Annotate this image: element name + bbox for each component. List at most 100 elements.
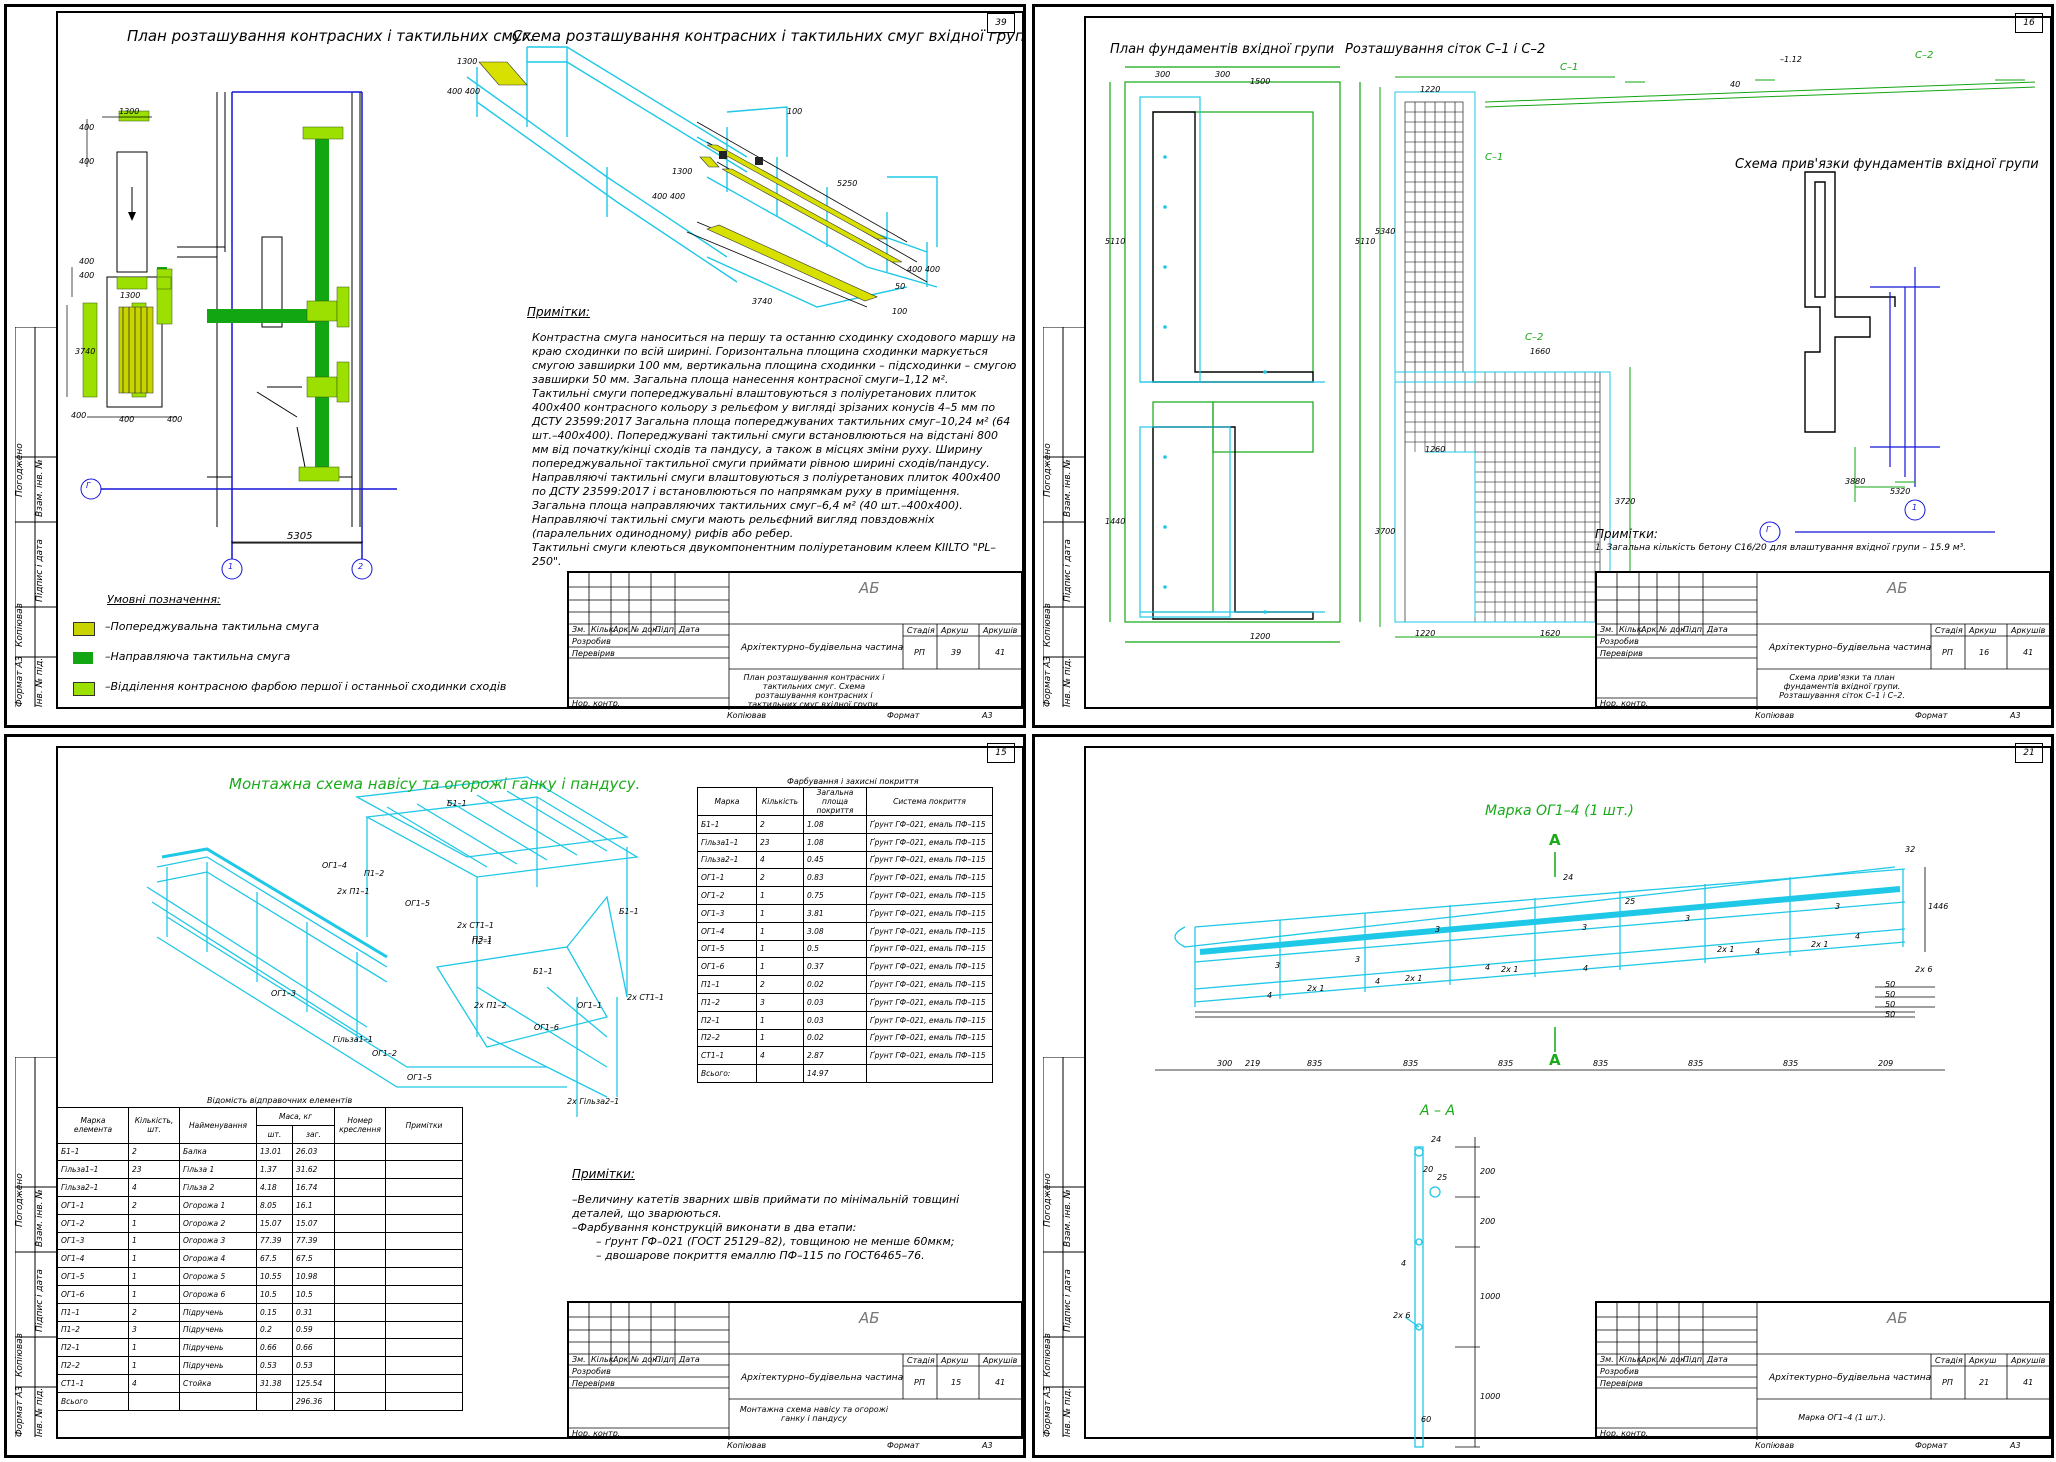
sidebar-format: Формат А3 (15, 655, 25, 707)
dim-label: 100 (787, 107, 803, 116)
legend-title: Умовні позначення: (107, 593, 221, 606)
table-cell: 0.66 (291, 1338, 336, 1358)
spec-head: Маса, кг (256, 1107, 335, 1126)
table-cell: 125.54 (291, 1373, 336, 1393)
table-cell (866, 1064, 993, 1083)
tb-arkushiv: Аркушів (983, 1356, 1018, 1365)
tb-code: АБ (859, 1309, 880, 1327)
table-cell: Огорожа 4 (179, 1249, 257, 1269)
tb-discipline: Архітектурно–будівельна частина (741, 643, 904, 653)
table-row: ОГ1–3 1 3.81 Ґрунт ГФ–021, емаль ПФ–115 (697, 903, 993, 923)
tb-arkushiv: Аркушів (2011, 626, 2046, 635)
table-cell-empty (385, 1178, 463, 1197)
notes-title: Примітки: (572, 1167, 635, 1181)
table-cell: Підручень (179, 1338, 257, 1358)
table-row: П2–1 1 Підручень 0.66 0.66 (57, 1338, 463, 1358)
note-item: Направляючі тактильні смуги влаштовуютьс… (532, 471, 1001, 540)
sheet-16-title-a: План фундаментів вхідної групи (1110, 42, 1335, 57)
sheet-39: План розташування контрасних і тактильни… (4, 4, 1026, 728)
tb-code: АБ (1887, 579, 1908, 597)
table-cell: 23 (128, 1160, 180, 1180)
table-row: ОГ1–2 1 0.75 Ґрунт ГФ–021, емаль ПФ–115 (697, 886, 993, 905)
tb-code: АБ (1887, 1309, 1908, 1327)
sheet-16: План фундаментів вхідної групи Розташува… (1032, 4, 2054, 728)
tb-arkushiv: Аркушів (983, 626, 1018, 635)
table-cell: Ґрунт ГФ–021, емаль ПФ–115 (866, 1046, 993, 1066)
table-cell: 1 (756, 1010, 804, 1030)
table-row: ОГ1–1 2 0.83 Ґрунт ГФ–021, емаль ПФ–115 (697, 868, 993, 888)
table-cell-empty (334, 1302, 386, 1322)
table-cell: ОГ1–4 (57, 1249, 129, 1269)
table-cell: 0.31 (291, 1302, 336, 1322)
table-row: П1–1 2 0.02 Ґрунт ГФ–021, емаль ПФ–115 (697, 975, 993, 994)
dim-label: 209 (1878, 1059, 1894, 1068)
table-cell: 2.87 (803, 1046, 867, 1066)
sheet-39-number: 39 (987, 13, 1015, 33)
table-cell-empty (385, 1160, 463, 1180)
table-cell-empty (385, 1373, 463, 1393)
table-cell: 10.55 (256, 1267, 293, 1286)
table-cell (256, 1391, 293, 1411)
sheet-15-number: 15 (987, 743, 1015, 763)
table-cell: Огорожа 6 (179, 1284, 257, 1304)
title-block: АБ Зм. Кільк. Арк. № док. Підп. Дата Роз… (1595, 571, 2051, 710)
table-cell: Гільза2–1 (697, 850, 757, 870)
table-cell-empty (385, 1249, 463, 1269)
table-row: Гільза2–1 4 Гільза 2 4.18 16.74 (57, 1178, 463, 1197)
dim-label: 5110 (1105, 237, 1126, 246)
tb-code: АБ (859, 579, 880, 597)
sidebar-pogodzheno: Погоджено (1043, 443, 1053, 497)
spec-head: Марка елемента (57, 1107, 129, 1144)
table-cell: 31.38 (256, 1373, 293, 1393)
table-cell: 2 (128, 1195, 180, 1215)
tb-stadiya: Стадія (1935, 1356, 1963, 1365)
tb-data: Дата (1707, 625, 1728, 634)
dim-label: 300 (1215, 70, 1231, 79)
dim-label: 50 (1885, 1010, 1896, 1019)
table-cell: 10.98 (291, 1267, 336, 1286)
part-callout: 20 (1423, 1165, 1434, 1174)
table-cell: Огорожа 5 (179, 1267, 257, 1286)
table-cell-empty (385, 1320, 463, 1340)
tb-pidp: Підп. (1683, 625, 1705, 634)
tb-sheets: 41 (995, 1378, 1006, 1387)
table-cell: Огорожа 1 (179, 1195, 257, 1215)
table-row: П1–2 3 Підручень 0.2 0.59 (57, 1320, 463, 1340)
sidebar-kopiyuvav: Копіював (1043, 603, 1053, 647)
sidebar-inv-dubl: Взам. інв. № (35, 1189, 45, 1247)
dim-label: 835 (1307, 1059, 1323, 1068)
table-cell: ОГ1–5 (697, 939, 757, 959)
sheet-16-title-c: Схема прив'язки фундаментів вхідної груп… (1735, 157, 2039, 172)
iso-callout: ОГ1–3 (271, 989, 296, 998)
mesh-label: С–1 (1485, 152, 1504, 163)
footer-format-val: А3 (982, 711, 993, 720)
table-cell-empty (334, 1231, 386, 1251)
table-row: ОГ1–5 1 Огорожа 5 10.55 10.98 (57, 1267, 463, 1286)
table-cell-empty (334, 1195, 386, 1215)
tb-stage: РП (914, 1378, 925, 1387)
paint-title: Фарбування і захисні покриття (787, 777, 919, 786)
table-cell: 1 (756, 957, 804, 977)
table-cell (179, 1391, 257, 1411)
tb-discipline: Архітектурно–будівельна частина (1769, 1373, 1932, 1383)
sidebar-pidp-data: Підпис і дата (1063, 1269, 1073, 1332)
dim-label: 1446 (1928, 902, 1949, 911)
table-cell: Б1–1 (697, 815, 757, 834)
tb-stadiya: Стадія (907, 626, 935, 635)
table-cell: Ґрунт ГФ–021, емаль ПФ–115 (866, 957, 993, 977)
legend-swatch-warning (73, 622, 95, 636)
table-cell: П2–2 (697, 1028, 757, 1048)
table-cell: 1 (756, 921, 804, 941)
tb-sheet: 15 (951, 1378, 962, 1387)
tb-sheet: 16 (1979, 648, 1990, 657)
table-cell: 15.07 (291, 1213, 336, 1233)
tb-norm: Нор. контр. (572, 699, 621, 708)
dim-label: 1300 (457, 57, 478, 66)
table-row: ОГ1–1 2 Огорожа 1 8.05 16.1 (57, 1195, 463, 1215)
dim-label: 200 (1480, 1217, 1496, 1226)
table-cell-empty (385, 1338, 463, 1358)
sheet-39-title-left: План розташування контрасних і тактильни… (127, 27, 535, 45)
axis-label: Г (1766, 525, 1771, 534)
table-cell: 1 (128, 1284, 180, 1304)
legend-label: –Направляюча тактильна смуга (105, 650, 291, 663)
